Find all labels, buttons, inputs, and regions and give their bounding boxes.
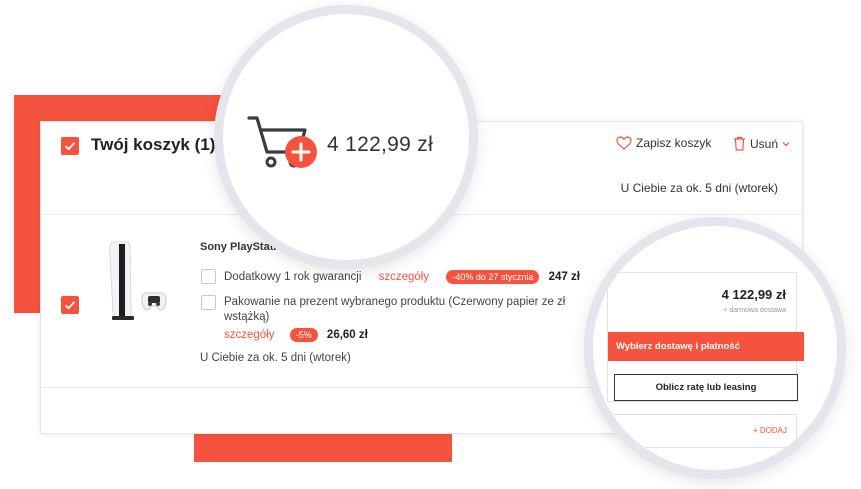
- save-cart-button[interactable]: Zapisz koszyk: [616, 136, 711, 150]
- heart-icon: [616, 136, 632, 150]
- magnifier-cart-total: 4 122,99 zł: [214, 5, 478, 269]
- remove-label: Usuń: [750, 136, 779, 151]
- gift-wrap-price: 26,60 zł: [326, 329, 368, 342]
- trash-icon: [734, 136, 745, 151]
- product-checkbox[interactable]: [61, 296, 79, 314]
- cart-title: Twój koszyk (1): [91, 135, 216, 154]
- gift-wrap-pricing: szczegóły -5% 26,60 zł: [224, 328, 368, 342]
- warranty-option: Dodatkowy 1 rok gwarancji szczegóły -40%…: [224, 270, 580, 284]
- free-delivery-note: + darmowa dostawa: [723, 307, 786, 314]
- coupon-box: Kod rabatowy + DODAJ: [593, 414, 797, 448]
- gift-wrap-discount-badge: -5%: [289, 328, 318, 342]
- warranty-details-link[interactable]: szczegóły: [379, 271, 430, 283]
- delivery-estimate-header: U Ciebie za ok. 5 dni (wtorek): [620, 181, 778, 195]
- chevron-down-icon: [782, 141, 790, 146]
- cart-plus-icon: [247, 116, 317, 168]
- warranty-checkbox[interactable]: [201, 269, 216, 284]
- product-image[interactable]: [104, 240, 174, 322]
- cart-total-price: 4 122,99 zł: [327, 133, 434, 156]
- remove-button[interactable]: Usuń: [733, 136, 790, 151]
- choose-delivery-button[interactable]: Wybierz dostawę i płatność: [608, 332, 804, 361]
- calculate-installment-button[interactable]: Oblicz ratę lub leasing: [614, 374, 798, 401]
- warranty-price: 247 zł: [548, 271, 580, 284]
- gift-wrap-details-link[interactable]: szczegóły: [224, 329, 275, 341]
- summary-total: 4 122,99 zł: [721, 287, 786, 302]
- add-coupon-link[interactable]: + DODAJ: [753, 426, 787, 435]
- product-delivery-estimate: U Ciebie za ok. 5 dni (wtorek): [200, 352, 351, 364]
- summary-box: 4 122,99 zł + darmowa dostawa Wybierz do…: [607, 272, 804, 402]
- save-cart-label: Zapisz koszyk: [636, 136, 712, 150]
- magnifier-order-summary: 4 122,99 zł + darmowa dostawa Wybierz do…: [584, 217, 846, 479]
- warranty-discount-badge: -40% do 27 stycznia: [446, 270, 540, 284]
- gift-wrap-label: Pakowanie na prezent wybranego produktu …: [224, 296, 566, 308]
- warranty-label: Dodatkowy 1 rok gwarancji: [224, 271, 362, 284]
- gift-wrap-label-line2: wstążką): [224, 311, 270, 323]
- check-icon: [64, 301, 76, 310]
- select-all-checkbox[interactable]: [61, 137, 79, 155]
- check-icon: [64, 142, 76, 151]
- gift-wrap-checkbox[interactable]: [201, 295, 216, 310]
